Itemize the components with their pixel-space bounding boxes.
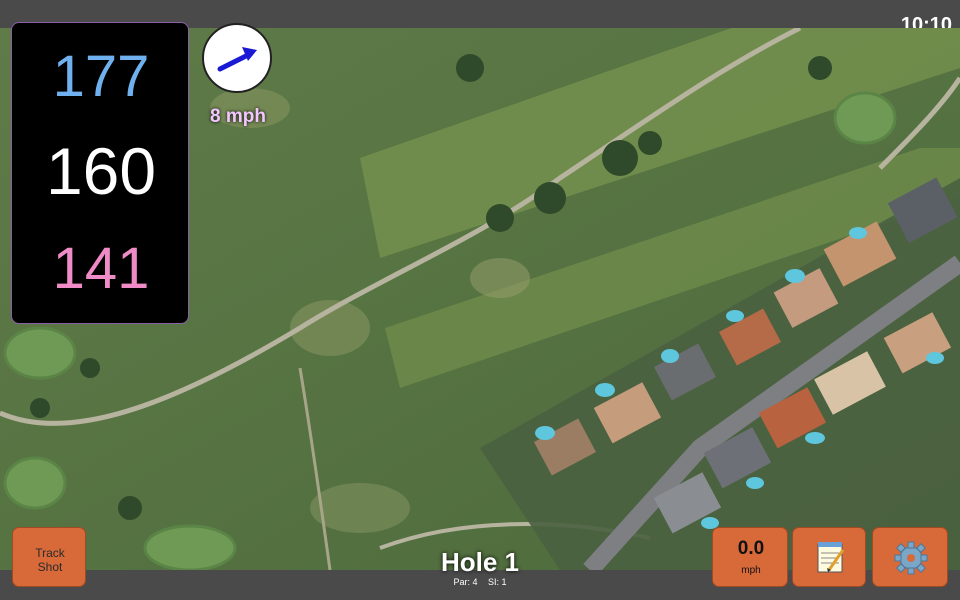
track-shot-button[interactable]: Track Shot bbox=[12, 527, 86, 587]
yardage-panel: 177 160 141 bbox=[11, 22, 189, 324]
notepad-icon bbox=[817, 542, 845, 573]
speed-button[interactable]: 0.0 mph bbox=[712, 527, 788, 587]
front-distance: 141 bbox=[52, 236, 150, 301]
hole-title: Hole 1 bbox=[440, 547, 520, 577]
stroke-index-label: SI: 1 bbox=[488, 577, 507, 587]
wind-speed: 8 mph bbox=[210, 106, 266, 127]
notes-button[interactable] bbox=[792, 527, 866, 587]
hole-info: Par: 4 SI: 1 bbox=[400, 577, 560, 587]
par-label: Par: 4 bbox=[453, 577, 478, 587]
track-shot-label-1: Track bbox=[35, 546, 65, 560]
wind-arrow-icon bbox=[217, 47, 257, 72]
track-shot-label-2: Shot bbox=[37, 560, 63, 574]
gear-icon bbox=[894, 541, 928, 575]
wind-indicator bbox=[202, 23, 272, 93]
middle-distance: 160 bbox=[45, 134, 157, 208]
back-distance: 177 bbox=[52, 44, 150, 109]
settings-button[interactable] bbox=[872, 527, 948, 587]
speed-value: 0.0 bbox=[737, 538, 765, 559]
speed-unit: mph bbox=[741, 565, 761, 576]
